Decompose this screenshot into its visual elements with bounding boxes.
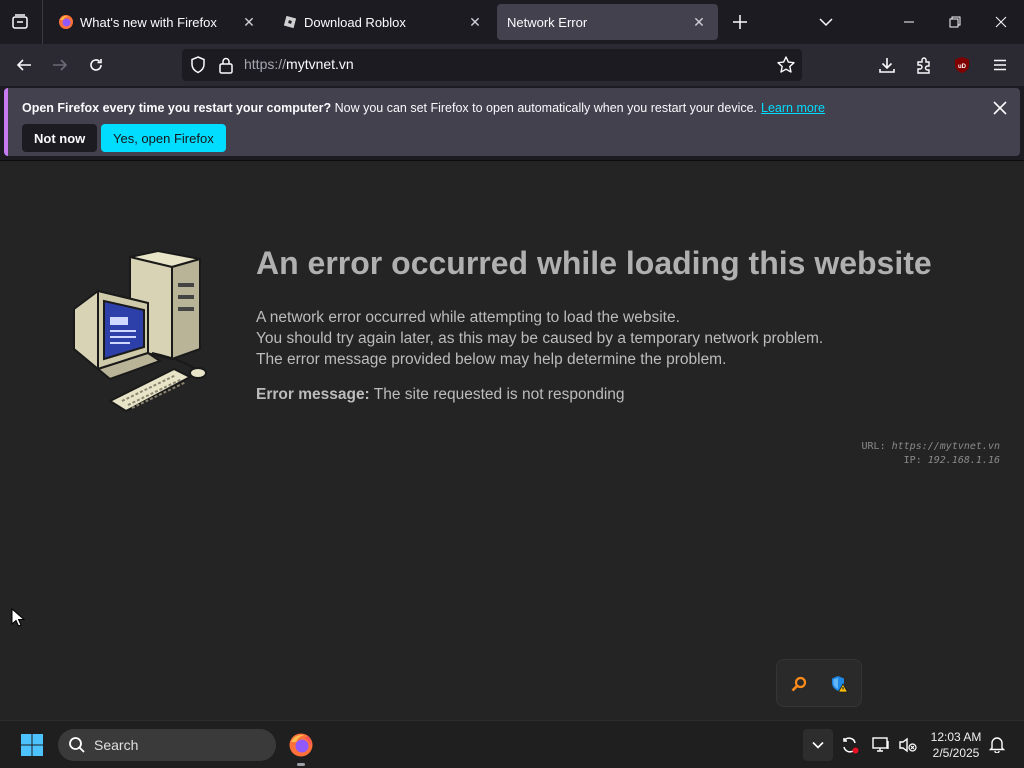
system-clock[interactable]: 12:03 AM 2/5/2025 <box>924 729 988 761</box>
notification-text: Now you can set Firefox to open automati… <box>331 101 758 115</box>
menu-icon[interactable] <box>986 51 1014 79</box>
close-tab-icon[interactable]: ✕ <box>466 13 484 31</box>
download-icon[interactable] <box>873 51 901 79</box>
page-title: An error occurred while loading this web… <box>256 245 932 281</box>
error-page: An error occurred while loading this web… <box>0 161 1024 720</box>
speaker-muted-icon[interactable] <box>898 735 918 755</box>
reload-icon[interactable] <box>82 51 110 79</box>
tab-separator <box>42 0 43 44</box>
tray-overflow-popup <box>776 659 862 707</box>
meta-ip-row: IP: 192.168.1.16 <box>862 454 1000 468</box>
error-message-label: Error message: <box>256 386 370 403</box>
yes-open-firefox-button[interactable]: Yes, open Firefox <box>101 124 226 152</box>
meta-url-row: URL: https://mytvnet.vn <box>862 440 1000 454</box>
search-icon <box>68 736 86 754</box>
star-icon[interactable] <box>776 55 796 75</box>
error-line: You should try again later, as this may … <box>256 330 824 347</box>
notification-title: Open Firefox every time you restart your… <box>22 101 332 115</box>
tab-whats-new[interactable]: What's new with Firefox ✕ <box>48 4 268 40</box>
notification-message: Open Firefox every time you restart your… <box>22 101 825 115</box>
shield-icon[interactable] <box>188 55 208 75</box>
close-tab-icon[interactable]: ✕ <box>690 13 708 31</box>
ublock-icon[interactable]: uD <box>948 51 976 79</box>
url-host: mytvnet.vn <box>286 56 354 72</box>
error-line: A network error occurred while attemptin… <box>256 309 680 326</box>
tab-strip: What's new with Firefox ✕ Download Roblo… <box>0 0 1024 44</box>
sync-alert-icon[interactable] <box>840 735 860 755</box>
meta-url-label: URL: <box>861 441 892 452</box>
default-browser-notification: Open Firefox every time you restart your… <box>4 88 1020 156</box>
close-tab-icon[interactable]: ✕ <box>240 13 258 31</box>
firefox-taskbar-icon[interactable] <box>288 732 314 758</box>
clock-date: 2/5/2025 <box>932 746 980 760</box>
close-window-button[interactable] <box>978 0 1024 44</box>
meta-ip-value: 192.168.1.16 <box>927 455 1000 466</box>
learn-more-link[interactable]: Learn more <box>761 101 825 115</box>
back-arrow-icon[interactable] <box>10 51 38 79</box>
show-hidden-icons-button[interactable] <box>803 729 833 761</box>
tab-title: Network Error <box>507 14 588 30</box>
forward-arrow-icon[interactable] <box>46 51 74 79</box>
tab-network-error[interactable]: Network Error ✕ <box>497 4 718 40</box>
meta-url-value: https://mytvnet.vn <box>891 441 1000 452</box>
close-icon[interactable] <box>990 98 1010 118</box>
restore-button[interactable] <box>932 0 978 44</box>
error-message: Error message: The site requested is not… <box>256 386 625 404</box>
taskbar-search[interactable]: Search <box>58 729 276 761</box>
nav-bar: https://mytvnet.vn uD <box>0 44 1024 86</box>
display-icon[interactable] <box>871 735 891 755</box>
computer-illustration <box>73 249 207 413</box>
error-line: The error message provided below may hel… <box>256 351 727 368</box>
extensions-icon[interactable] <box>910 51 938 79</box>
mouse-cursor-icon <box>11 607 26 633</box>
active-app-indicator <box>297 763 305 766</box>
not-now-button[interactable]: Not now <box>22 124 98 152</box>
tab-title: Download Roblox <box>304 14 406 30</box>
svg-text:uD: uD <box>958 64 967 70</box>
new-tab-button[interactable] <box>728 10 752 34</box>
firefox-icon <box>58 14 74 30</box>
roblox-icon <box>282 14 298 30</box>
url-bar[interactable]: https://mytvnet.vn <box>182 49 802 81</box>
minimize-button[interactable] <box>886 0 932 44</box>
search-label: Search <box>94 737 139 753</box>
lock-icon[interactable] <box>216 55 236 75</box>
list-all-tabs-icon[interactable] <box>814 10 838 34</box>
security-warning-icon[interactable] <box>827 672 851 696</box>
url-scheme: https:// <box>244 56 287 72</box>
tab-title: What's new with Firefox <box>80 14 217 30</box>
firefox-view-icon[interactable] <box>8 10 32 34</box>
clock-time: 12:03 AM <box>930 730 982 744</box>
meta-ip-label: IP: <box>903 455 928 466</box>
notifications-bell-icon[interactable] <box>988 735 1008 755</box>
request-meta: URL: https://mytvnet.vn IP: 192.168.1.16 <box>862 440 1000 468</box>
start-button[interactable] <box>20 733 44 757</box>
taskbar: Search 12:03 AM 2/5/2025 <box>0 720 1024 768</box>
url-text[interactable]: https://mytvnet.vn <box>244 56 354 72</box>
magnifier-app-icon[interactable] <box>787 672 811 696</box>
tab-download-roblox[interactable]: Download Roblox ✕ <box>272 4 494 40</box>
error-description: A network error occurred while attemptin… <box>256 307 823 370</box>
error-message-value: The site requested is not responding <box>369 386 625 403</box>
